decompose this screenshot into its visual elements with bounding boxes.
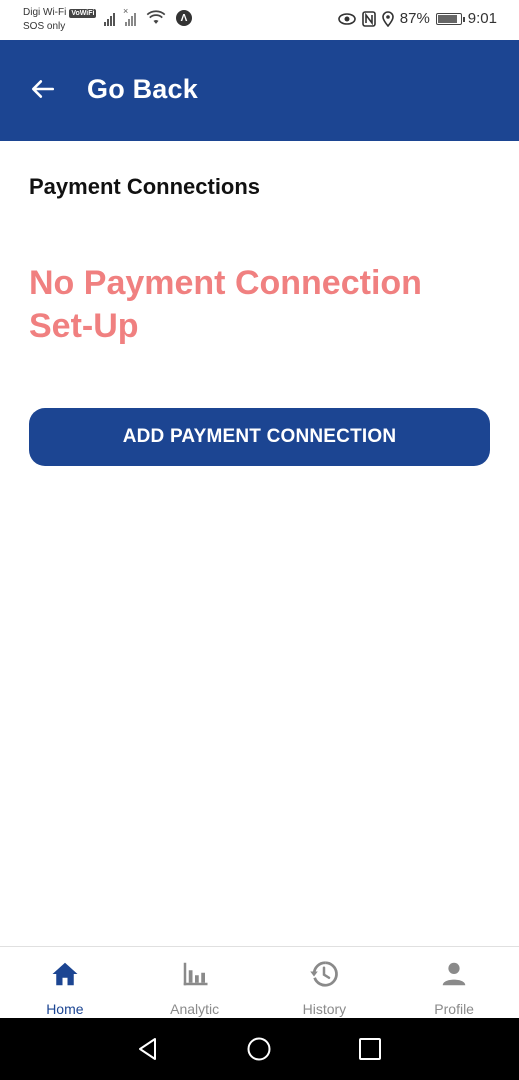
battery-fill [437, 14, 457, 23]
nfc-icon [361, 10, 376, 27]
status-bar: Digi Wi-Fi VoWiFi SOS only × Λ 87% 9:01 [0, 0, 519, 40]
system-navigation-bar [0, 1018, 519, 1080]
carrier-name: Digi Wi-Fi [23, 7, 67, 18]
person-icon [442, 962, 466, 986]
bar-chart-icon [183, 962, 208, 986]
nav-label-history: History [302, 1001, 347, 1017]
eye-icon [337, 12, 356, 25]
signal-group: × Λ [104, 6, 192, 26]
history-icon [310, 961, 339, 987]
status-right: 87% 9:01 [337, 10, 497, 27]
battery-percent: 87% [399, 10, 430, 27]
clock: 9:01 [467, 10, 497, 27]
app-screen: Digi Wi-Fi VoWiFi SOS only × Λ 87% 9:01 … [0, 0, 519, 1080]
go-back-title[interactable]: Go Back [87, 74, 198, 105]
signal-x-icon: × [123, 6, 136, 26]
sos-text: SOS only [23, 21, 66, 32]
app-bar: Go Back [0, 40, 519, 141]
home-circle-icon[interactable] [245, 1035, 273, 1063]
vowifi-badge: VoWiFi [69, 8, 97, 18]
battery-icon [435, 12, 465, 25]
anchor-icon: Λ [176, 10, 192, 26]
nav-label-profile: Profile [434, 1001, 474, 1017]
nav-label-home: Home [46, 1001, 84, 1017]
wifi-icon [146, 10, 166, 24]
add-payment-connection-button[interactable]: ADD PAYMENT CONNECTION [29, 408, 490, 466]
home-icon [52, 962, 78, 986]
back-triangle-icon[interactable] [134, 1035, 162, 1063]
back-arrow-icon[interactable] [30, 76, 56, 102]
bottom-navigation: Home Analytic History Profile [0, 946, 519, 1019]
signal-icon [104, 12, 115, 26]
empty-state-message: No Payment Connection Set-Up [29, 264, 422, 345]
nav-label-analytic: Analytic [170, 1001, 220, 1017]
nav-item-profile[interactable]: Profile [389, 947, 519, 1019]
nav-item-history[interactable]: History [260, 947, 390, 1019]
recents-square-icon[interactable] [356, 1035, 384, 1063]
nav-item-analytic[interactable]: Analytic [130, 947, 260, 1019]
page-title: Payment Connections [29, 174, 261, 199]
nav-item-home[interactable]: Home [0, 947, 130, 1019]
location-icon [381, 10, 394, 27]
carrier-info: Digi Wi-Fi VoWiFi SOS only [23, 6, 97, 34]
